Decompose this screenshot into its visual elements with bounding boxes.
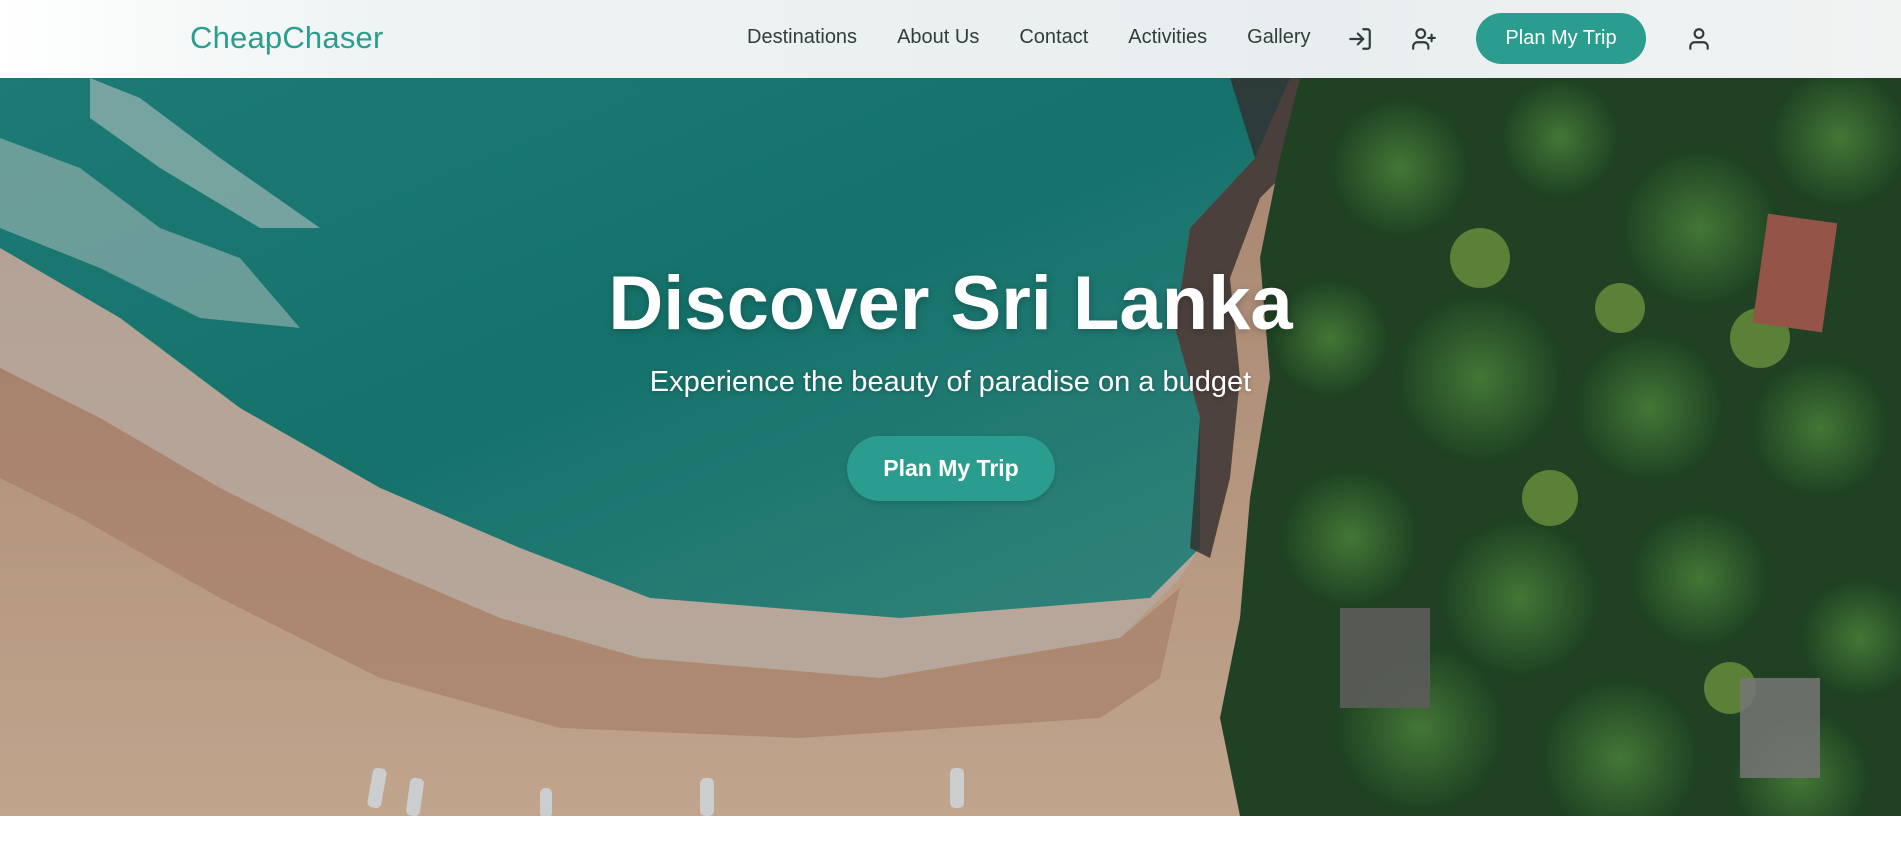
nav-link-contact[interactable]: Contact [1019,26,1088,49]
nav-links: Destinations About Us Contact Activities… [747,26,1351,49]
login-icon[interactable] [1347,26,1373,52]
nav-link-gallery[interactable]: Gallery [1247,26,1310,49]
user-icon[interactable] [1686,26,1712,52]
user-plus-icon[interactable] [1411,26,1437,52]
nav-link-activities[interactable]: Activities [1128,26,1207,49]
nav-plan-trip-button[interactable]: Plan My Trip [1476,13,1646,64]
hero-plan-trip-button[interactable]: Plan My Trip [847,436,1055,501]
hero-section: Discover Sri Lanka Experience the beauty… [0,78,1901,816]
hero-title: Discover Sri Lanka [608,261,1293,346]
top-navbar: CheapChaser Destinations About Us Contac… [0,0,1901,78]
page-below-hero [0,816,1901,866]
brand-logo[interactable]: CheapChaser [190,20,383,56]
nav-link-destinations[interactable]: Destinations [747,26,857,49]
hero-subtitle: Experience the beauty of paradise on a b… [649,366,1252,398]
nav-link-about-us[interactable]: About Us [897,26,979,49]
